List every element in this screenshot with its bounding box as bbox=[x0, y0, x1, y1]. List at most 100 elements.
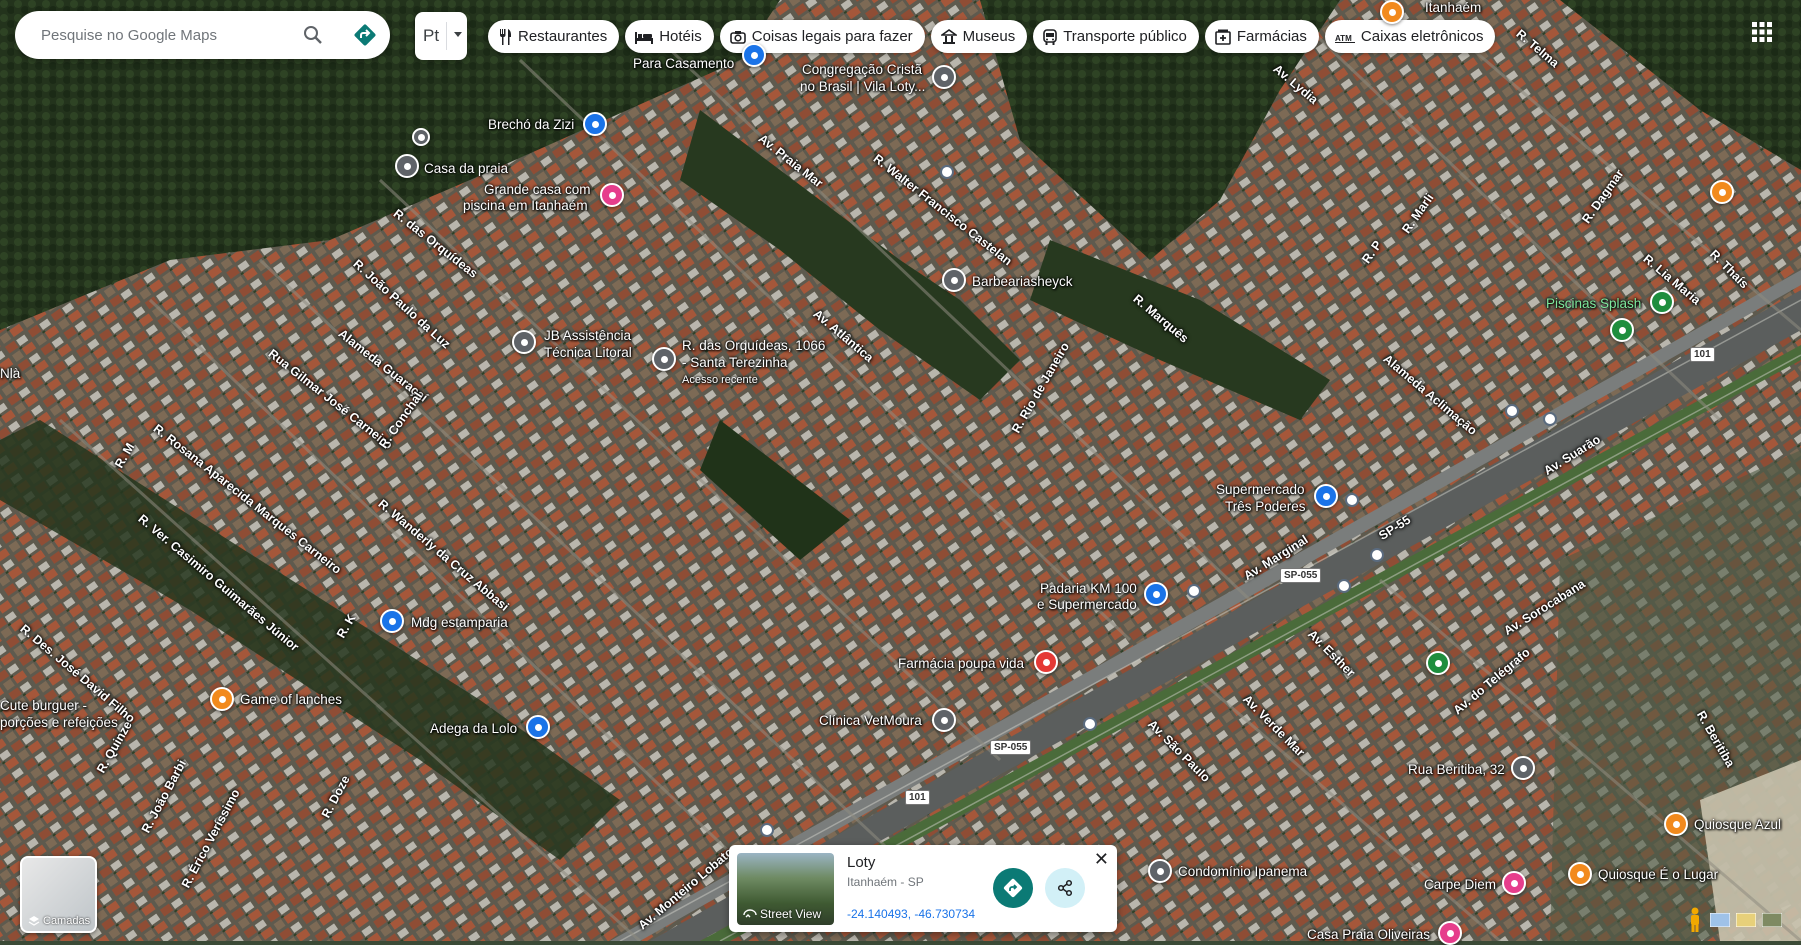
shopping-bag-pin-icon[interactable] bbox=[380, 609, 404, 633]
chip-public-transport[interactable]: Transporte público bbox=[1033, 20, 1199, 53]
place-label[interactable]: Clínica VetMoura bbox=[819, 713, 922, 729]
pharmacy-icon bbox=[1215, 29, 1231, 45]
place-label[interactable]: Adega da Lolo bbox=[430, 721, 517, 737]
chip-restaurants[interactable]: Restaurantes bbox=[488, 20, 620, 53]
place-label[interactable]: Rua Beritiba, 32 bbox=[1408, 762, 1505, 778]
hotel-pin-icon[interactable] bbox=[1438, 921, 1462, 945]
bus-stop-icon[interactable] bbox=[940, 165, 954, 179]
pegman-icon[interactable] bbox=[1686, 907, 1704, 933]
place-label[interactable]: Casa da praia bbox=[424, 161, 508, 177]
chip-things-to-do-label: Coisas legais para fazer bbox=[751, 28, 913, 45]
restaurant-pin-icon[interactable] bbox=[210, 687, 234, 711]
language-selector[interactable]: Pt bbox=[415, 12, 467, 60]
bus-stop-icon[interactable] bbox=[1187, 584, 1201, 598]
restaurant-pin-icon[interactable] bbox=[1380, 0, 1404, 24]
pharmacy-pin-icon[interactable] bbox=[1034, 650, 1058, 674]
place-label[interactable]: Piscinas Splash bbox=[1546, 296, 1641, 312]
directions-icon bbox=[1003, 878, 1023, 898]
camera-pin-icon[interactable] bbox=[742, 43, 766, 67]
place-pin-icon[interactable] bbox=[512, 330, 536, 354]
place-label[interactable]: Três Poderes bbox=[1225, 499, 1306, 515]
layers-label-row: Camadas bbox=[28, 915, 90, 927]
bus-stop-icon[interactable] bbox=[1345, 493, 1359, 507]
place-label[interactable]: Nlà bbox=[0, 366, 20, 382]
close-icon[interactable]: ✕ bbox=[1094, 850, 1109, 868]
bus-stop-icon[interactable] bbox=[1337, 579, 1351, 593]
place-label[interactable]: no Brasil | Vila Loty... bbox=[800, 79, 925, 95]
satellite-map[interactable] bbox=[0, 0, 1801, 941]
directions-icon[interactable] bbox=[353, 23, 377, 47]
map-thumbnail-icon[interactable] bbox=[1710, 913, 1730, 927]
place-label[interactable]: Carpe Diem bbox=[1424, 877, 1496, 893]
chip-museums[interactable]: Museus bbox=[930, 20, 1028, 53]
place-label[interactable]: R. das Orquídeas, 1066 bbox=[682, 338, 825, 354]
bus-stop-icon[interactable] bbox=[1370, 548, 1384, 562]
shopping-bag-pin-icon[interactable] bbox=[526, 715, 550, 739]
place-pin-icon[interactable] bbox=[942, 268, 966, 292]
terrain-thumbnail-icon[interactable] bbox=[1736, 913, 1756, 927]
place-label[interactable]: Game of lanches bbox=[240, 692, 342, 708]
place-pin-icon[interactable] bbox=[932, 708, 956, 732]
place-label[interactable]: Barbeariasheyck bbox=[972, 274, 1073, 290]
restaurant-pin-icon[interactable] bbox=[1568, 862, 1592, 886]
place-label[interactable]: Mdg estamparia bbox=[411, 615, 508, 631]
layers-button[interactable]: Camadas bbox=[20, 856, 97, 933]
chevron-down-icon[interactable] bbox=[454, 32, 462, 37]
recent-access-label: Acesso recente bbox=[682, 374, 758, 386]
place-label[interactable]: Condomínio Ipanema bbox=[1178, 864, 1307, 880]
restaurant-pin-icon[interactable] bbox=[1710, 180, 1734, 204]
place-label[interactable]: Farmácia poupa vida bbox=[898, 656, 1024, 672]
search-box[interactable] bbox=[15, 11, 390, 59]
place-pin-icon[interactable] bbox=[395, 154, 419, 178]
chip-hotels[interactable]: Hotéis bbox=[625, 20, 714, 53]
place-pin-icon[interactable] bbox=[1511, 756, 1535, 780]
park-pin-icon[interactable] bbox=[1426, 651, 1450, 675]
place-coordinates[interactable]: -24.140493, -46.730734 bbox=[847, 907, 975, 921]
recent-pin-icon[interactable] bbox=[652, 347, 676, 371]
search-icon[interactable] bbox=[301, 23, 325, 47]
shopping-bag-pin-icon[interactable] bbox=[583, 112, 607, 136]
hotel-pin-icon[interactable] bbox=[600, 183, 624, 207]
google-apps-icon[interactable] bbox=[1752, 22, 1772, 47]
place-subtitle: Itanhaém - SP bbox=[847, 875, 924, 889]
place-label[interactable]: Brechó da Zizi bbox=[488, 117, 574, 133]
bus-stop-icon[interactable] bbox=[1083, 717, 1097, 731]
place-label[interactable]: JB Assistência bbox=[544, 328, 631, 344]
church-pin-icon[interactable] bbox=[932, 65, 956, 89]
place-label[interactable]: Grande casa com bbox=[484, 182, 591, 198]
place-label[interactable]: Congregação Cristã bbox=[802, 62, 922, 78]
place-label[interactable]: Supermercado bbox=[1216, 482, 1305, 498]
place-label[interactable]: Quiosque Azul bbox=[1694, 817, 1781, 833]
grocery-pin-icon[interactable] bbox=[1144, 582, 1168, 606]
place-label[interactable]: porções e refeições bbox=[0, 715, 118, 731]
street-view-thumbnail[interactable]: Street View bbox=[737, 853, 834, 925]
saved-pin-icon[interactable] bbox=[412, 128, 430, 146]
place-label[interactable]: Itanhaém bbox=[1425, 0, 1481, 16]
chip-pharmacies[interactable]: Farmácias bbox=[1204, 20, 1319, 53]
place-pin-icon[interactable] bbox=[1148, 859, 1172, 883]
grocery-pin-icon[interactable] bbox=[1314, 484, 1338, 508]
search-input[interactable] bbox=[39, 25, 283, 45]
bus-stop-icon[interactable] bbox=[1543, 412, 1557, 426]
hotel-pin-icon[interactable] bbox=[1502, 871, 1526, 895]
place-label[interactable]: Técnica Litoral bbox=[544, 345, 632, 361]
bus-stop-icon[interactable] bbox=[1505, 404, 1519, 418]
satellite-thumbnail-icon[interactable] bbox=[1762, 913, 1782, 927]
place-label[interactable]: Para Casamento bbox=[633, 56, 734, 72]
restaurant-pin-icon[interactable] bbox=[1664, 812, 1688, 836]
directions-button[interactable] bbox=[993, 868, 1033, 908]
place-label[interactable]: Padaria KM 100 bbox=[1040, 581, 1137, 597]
place-label[interactable]: Quiosque É o Lugar bbox=[1598, 867, 1718, 883]
road-shield: SP-055 bbox=[1280, 568, 1322, 583]
chip-atms[interactable]: ATM Caixas eletrônicos bbox=[1324, 20, 1496, 53]
park-pin-icon[interactable] bbox=[1650, 290, 1674, 314]
park-pin-icon[interactable] bbox=[1610, 318, 1634, 342]
place-label[interactable]: piscina em Itanhaém bbox=[463, 198, 588, 214]
bus-stop-icon[interactable] bbox=[760, 823, 774, 837]
place-label[interactable]: - Santa Terezinha bbox=[682, 355, 788, 371]
place-label[interactable]: e Supermercado bbox=[1037, 597, 1137, 613]
share-button[interactable] bbox=[1045, 868, 1085, 908]
place-label[interactable]: Cute burguer - bbox=[0, 698, 87, 714]
share-icon bbox=[1057, 879, 1073, 897]
bottom-right-controls bbox=[1686, 907, 1782, 933]
